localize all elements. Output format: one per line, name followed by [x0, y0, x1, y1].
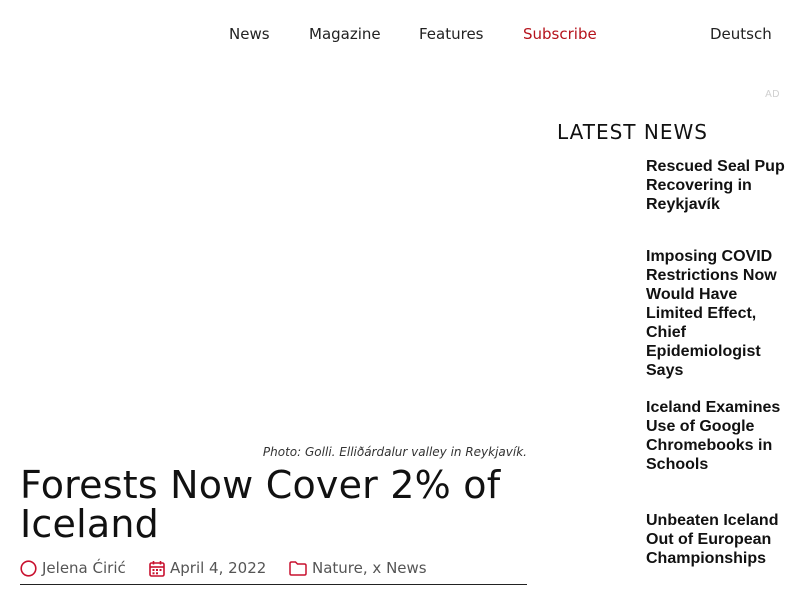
news-item: Imposing COVID Restrictions Now Would Ha… — [646, 247, 786, 380]
author[interactable]: Jelena Ćirić — [20, 559, 126, 577]
date-text: April 4, 2022 — [170, 559, 267, 577]
news-thumbnail[interactable] — [557, 247, 635, 307]
nav-news[interactable]: News — [229, 25, 270, 43]
nav-magazine[interactable]: Magazine — [309, 25, 381, 43]
user-circle-icon — [20, 559, 37, 577]
nav-subscribe[interactable]: Subscribe — [523, 25, 597, 43]
news-thumbnail[interactable] — [557, 511, 635, 571]
article-meta: Jelena Ćirić April 4, 2022 Nature , x Ne… — [20, 559, 527, 585]
news-link[interactable]: Iceland Examines Use of Google Chromeboo… — [646, 399, 780, 473]
categories: Nature , x News — [289, 559, 427, 577]
news-link[interactable]: Imposing COVID Restrictions Now Would Ha… — [646, 248, 777, 379]
category-link-news[interactable]: x News — [372, 559, 426, 577]
news-link[interactable]: Rescued Seal Pup Recovering in Reykjavík — [646, 158, 785, 213]
language-switch[interactable]: Deutsch — [710, 25, 772, 43]
ad-label: AD — [765, 89, 780, 100]
top-navigation: News Magazine Features Subscribe Deutsch — [0, 0, 800, 70]
publish-date: April 4, 2022 — [149, 559, 266, 577]
folder-icon — [289, 560, 307, 576]
hero-image — [20, 110, 527, 440]
latest-news-sidebar: LATEST NEWS — [557, 120, 787, 158]
article-title: Forests Now Cover 2% of Iceland — [20, 463, 501, 546]
photo-caption: Photo: Golli. Elliðárdalur valley in Rey… — [262, 445, 527, 459]
news-item: Iceland Examines Use of Google Chromeboo… — [646, 398, 786, 474]
author-name: Jelena Ćirić — [42, 559, 126, 577]
news-thumbnail[interactable] — [557, 398, 635, 458]
news-item: Rescued Seal Pup Recovering in Reykjavík — [646, 157, 786, 214]
nav-features[interactable]: Features — [419, 25, 484, 43]
sidebar-heading: LATEST NEWS — [557, 120, 708, 144]
calendar-icon — [149, 560, 165, 577]
news-thumbnail[interactable] — [557, 157, 635, 217]
news-link[interactable]: Unbeaten Iceland Out of European Champio… — [646, 512, 778, 567]
category-separator: , — [362, 559, 373, 577]
news-item: Unbeaten Iceland Out of European Champio… — [646, 511, 786, 568]
category-link-nature[interactable]: Nature — [312, 559, 363, 577]
